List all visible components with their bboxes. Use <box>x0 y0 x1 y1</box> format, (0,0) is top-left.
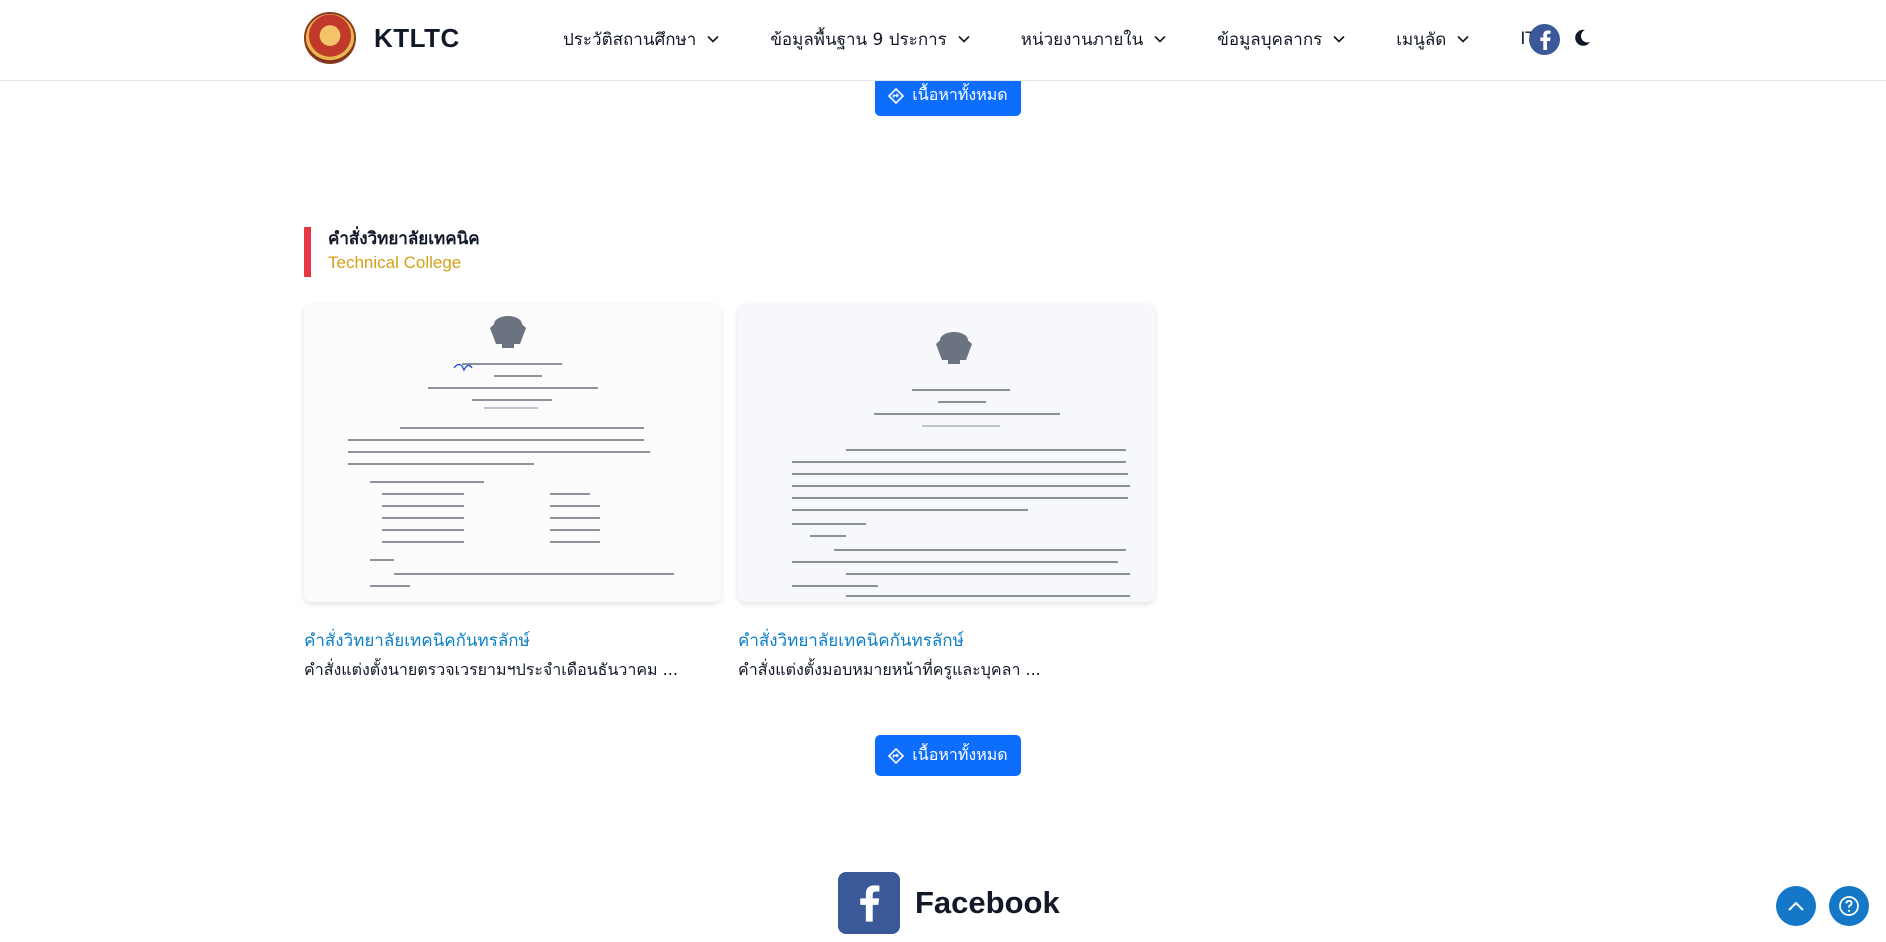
menu-personnel[interactable]: ข้อมูลบุคลากร <box>1217 26 1346 53</box>
moon-icon[interactable] <box>1572 28 1592 48</box>
diamond-arrow-icon <box>888 87 905 104</box>
card-title[interactable]: คำสั่งแต่งตั้งนายตรวจเวรยามฯประจำเดือนธั… <box>304 658 721 683</box>
menu-history-label: ประวัติสถานศึกษา <box>563 29 697 50</box>
section-subtitle: Technical College <box>328 253 462 272</box>
menu-shortcuts-label: เมนูลัด <box>1396 29 1447 50</box>
all-content-label: เนื้อหาทั้งหมด <box>912 745 1008 764</box>
chevron-down-icon <box>958 35 970 43</box>
section-heading: คำสั่งวิทยาลัยเทคนิค Technical College <box>304 227 480 277</box>
brand-name: KTLTC <box>374 22 460 53</box>
document-thumbnail[interactable] <box>304 304 721 602</box>
facebook-label: Facebook <box>915 885 1060 920</box>
chevron-down-icon <box>1154 35 1166 43</box>
section-title: คำสั่งวิทยาลัยเทคนิค <box>328 229 480 249</box>
question-icon <box>1839 896 1859 916</box>
all-content-label: เนื้อหาทั้งหมด <box>912 85 1008 104</box>
menu-basic-info-label: ข้อมูลพื้นฐาน 9 ประการ <box>770 29 947 50</box>
document-thumbnail[interactable] <box>738 304 1155 602</box>
college-logo <box>304 12 356 64</box>
menu-personnel-label: ข้อมูลบุคลากร <box>1217 29 1323 50</box>
help-button[interactable] <box>1829 886 1869 926</box>
diamond-arrow-icon <box>888 747 905 764</box>
scroll-to-top-button[interactable] <box>1776 886 1816 926</box>
menu-basic-info[interactable]: ข้อมูลพื้นฐาน 9 ประการ <box>770 26 970 53</box>
card-category[interactable]: คำสั่งวิทยาลัยเทคนิคกันทรลักษ์ <box>304 627 721 654</box>
brand[interactable]: KTLTC <box>304 12 460 64</box>
news-card[interactable]: คำสั่งวิทยาลัยเทคนิคกันทรลักษ์ คำสั่งแต่… <box>304 304 721 683</box>
facebook-icon <box>838 872 900 934</box>
news-card[interactable]: คำสั่งวิทยาลัยเทคนิคกันทรลักษ์ คำสั่งแต่… <box>738 304 1155 683</box>
menu-departments[interactable]: หน่วยงานภายใน <box>1021 26 1167 53</box>
card-title[interactable]: คำสั่งแต่งตั้งมอบหมายหน้าที่ครูและบุคลา … <box>738 658 1155 683</box>
menu-departments-label: หน่วยงานภายใน <box>1020 29 1144 50</box>
chevron-down-icon <box>707 35 719 43</box>
main-menu: ประวัติสถานศึกษา ข้อมูลพื้นฐาน 9 ประการ … <box>563 24 1546 54</box>
facebook-section-heading: Facebook <box>838 872 1060 934</box>
facebook-icon[interactable] <box>1529 24 1560 55</box>
chevron-down-icon <box>1333 35 1345 43</box>
card-category[interactable]: คำสั่งวิทยาลัยเทคนิคกันทรลักษ์ <box>738 627 1155 654</box>
top-navbar: KTLTC ประวัติสถานศึกษา ข้อมูลพื้นฐาน 9 ป… <box>0 0 1886 81</box>
all-content-button-top[interactable]: เนื้อหาทั้งหมด <box>875 75 1021 116</box>
menu-history[interactable]: ประวัติสถานศึกษา <box>563 26 720 53</box>
chevron-up-icon <box>1788 901 1804 911</box>
chevron-down-icon <box>1457 35 1469 43</box>
all-content-button-bottom[interactable]: เนื้อหาทั้งหมด <box>875 735 1021 776</box>
menu-shortcuts[interactable]: เมนูลัด <box>1396 26 1470 53</box>
